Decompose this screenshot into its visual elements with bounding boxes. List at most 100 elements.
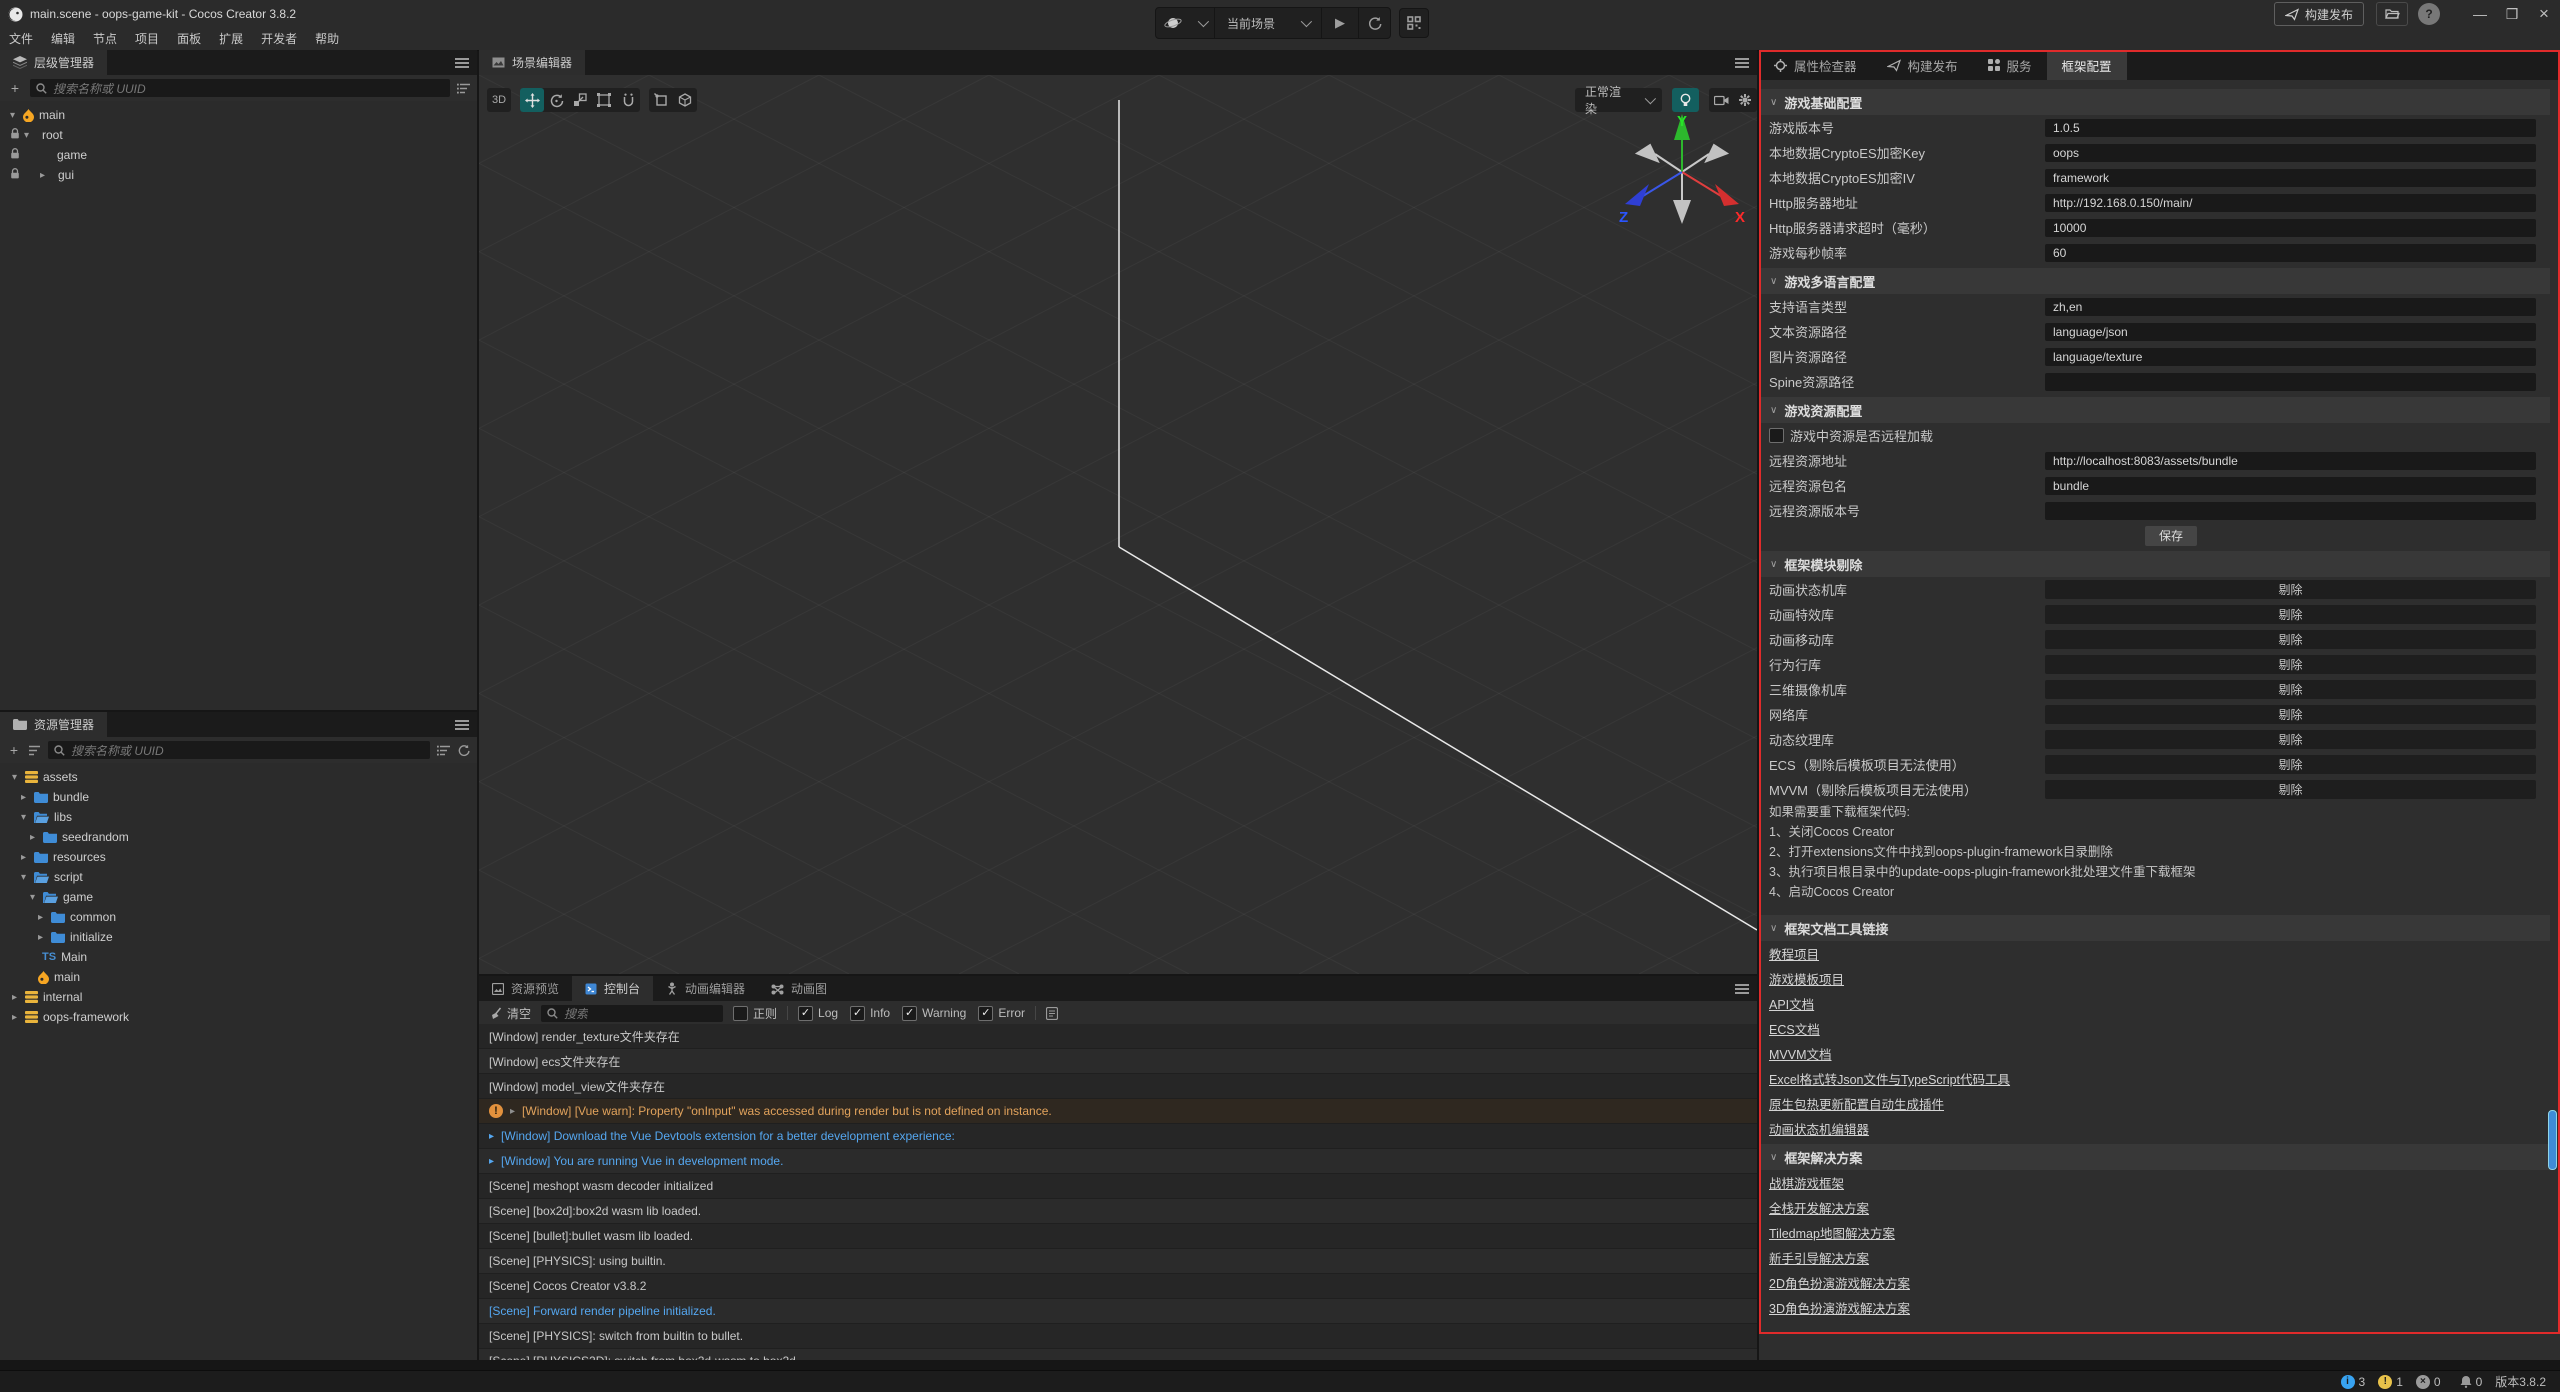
filter-error-checkbox[interactable]: ✓Error [978,1006,1025,1021]
scene-selector[interactable]: 当前场景 [1215,15,1321,32]
menu-item-4[interactable]: 面板 [168,28,210,50]
console-tab-3[interactable]: 动画图 [758,976,840,1001]
module-remove-button[interactable]: 剔除 [2045,680,2536,699]
chevron-right-icon[interactable]: ▸ [38,912,51,923]
inspector-tab-0[interactable]: 属性检查器 [1759,50,1872,80]
filter-icon[interactable] [457,83,470,94]
tree-node[interactable]: ▸initialize [0,927,477,947]
menu-item-5[interactable]: 扩展 [210,28,252,50]
log-row[interactable]: [Scene] [PHYSICS]: using builtin. [479,1249,1757,1274]
minimize-button[interactable]: — [2464,0,2496,28]
assets-search-input[interactable]: 搜索名称或 UUID [48,741,430,759]
menu-item-2[interactable]: 节点 [84,28,126,50]
remote-load-checkbox[interactable] [1769,428,1784,443]
scene-settings-button[interactable] [1733,88,1757,112]
field-input[interactable]: language/texture [2045,348,2536,366]
platform-dropdown[interactable] [1190,8,1214,38]
chevron-right-icon[interactable]: ▸ [40,170,53,181]
module-remove-button[interactable]: 剔除 [2045,580,2536,599]
field-input[interactable]: zh,en [2045,298,2536,316]
doc-link[interactable]: MVVM文档 [1769,1044,1832,1063]
module-remove-button[interactable]: 剔除 [2045,730,2536,749]
menu-item-3[interactable]: 项目 [126,28,168,50]
field-input[interactable]: oops [2045,144,2536,162]
expand-arrow-icon[interactable]: ▸ [489,1131,494,1142]
module-remove-button[interactable]: 剔除 [2045,755,2536,774]
solution-link[interactable]: 新手引导解决方案 [1769,1248,1869,1267]
inspector-tab-2[interactable]: 服务 [1973,50,2047,80]
solution-link[interactable]: 3D角色扮演游戏解决方案 [1769,1298,1910,1317]
chevron-right-icon[interactable]: ▸ [21,792,34,803]
expand-arrow-icon[interactable]: ▸ [489,1156,494,1167]
log-row[interactable]: [Scene] meshopt wasm decoder initialized [479,1174,1757,1199]
tree-node[interactable]: ▾libs [0,807,477,827]
menu-item-0[interactable]: 文件 [0,28,42,50]
section-header[interactable]: ∨框架模块剔除 [1761,551,2550,577]
doc-link[interactable]: 游戏模板项目 [1769,969,1844,988]
log-row[interactable]: [Scene] [bullet]:bullet wasm lib loaded. [479,1224,1757,1249]
section-header[interactable]: ∨游戏基础配置 [1761,89,2550,115]
tree-node[interactable]: ▸oops-framework [0,1007,477,1027]
doc-link[interactable]: ECS文档 [1769,1019,1820,1038]
module-remove-button[interactable]: 剔除 [2045,705,2536,724]
log-row[interactable]: ▸[Window] Download the Vue Devtools exte… [479,1124,1757,1149]
inspector-tab-1[interactable]: 构建发布 [1872,50,1973,80]
field-input[interactable]: bundle [2045,477,2536,495]
field-input[interactable]: framework [2045,169,2536,187]
play-button[interactable]: ▶ [1322,8,1358,38]
log-row[interactable]: [Window] ecs文件夹存在 [479,1049,1757,1074]
log-row[interactable]: [Window] model_view文件夹存在 [479,1074,1757,1099]
field-input[interactable]: 1.0.5 [2045,119,2536,137]
navigation-gizmo[interactable]: Y X Z [1617,110,1747,240]
log-row[interactable]: [Scene] Cocos Creator v3.8.2 [479,1274,1757,1299]
doc-link[interactable]: 教程项目 [1769,944,1819,963]
module-remove-button[interactable]: 剔除 [2045,780,2536,799]
log-row[interactable]: ▸[Window] You are running Vue in develop… [479,1149,1757,1174]
module-remove-button[interactable]: 剔除 [2045,655,2536,674]
pivot-button[interactable] [649,88,673,112]
tree-node[interactable]: game [0,145,477,165]
field-input[interactable]: 10000 [2045,219,2536,237]
field-input[interactable]: http://192.168.0.150/main/ [2045,194,2536,212]
add-asset-icon[interactable]: + [7,742,21,758]
scrollbar-thumb[interactable] [2548,1110,2557,1170]
chevron-down-icon[interactable]: ▾ [12,772,25,783]
chevron-down-icon[interactable]: ▾ [21,872,34,883]
tree-node[interactable]: TSMain [0,947,477,967]
section-header[interactable]: ∨框架文档工具链接 [1761,915,2550,941]
tree-node[interactable]: ▾main [0,105,477,125]
inspector-tab-3[interactable]: 框架配置 [2047,50,2127,80]
console-menu-button[interactable] [1735,976,1749,1001]
assets-menu-button[interactable] [455,712,469,737]
log-row[interactable]: [Scene] [box2d]:box2d wasm lib loaded. [479,1199,1757,1224]
regex-checkbox[interactable]: 正则 [733,1005,777,1022]
console-tab-0[interactable]: 资源预览 [479,976,572,1001]
field-input[interactable] [2045,373,2536,391]
tree-node[interactable]: ▾assets [0,767,477,787]
refresh-icon[interactable] [457,744,470,757]
tree-node[interactable]: ▸gui [0,165,477,185]
tree-node[interactable]: ▸common [0,907,477,927]
field-input[interactable]: 60 [2045,244,2536,262]
scale-tool-button[interactable] [568,88,592,112]
scene-tab[interactable]: 场景编辑器 [479,50,585,75]
help-button[interactable]: ? [2418,3,2440,25]
chevron-down-icon[interactable]: ▾ [10,110,23,121]
rotate-tool-button[interactable] [544,88,568,112]
console-tab-2[interactable]: 动画编辑器 [653,976,758,1001]
doc-link[interactable]: 动画状态机编辑器 [1769,1119,1869,1138]
tree-node[interactable]: ▾game [0,887,477,907]
close-button[interactable]: × [2528,0,2560,28]
tree-node[interactable]: ▾script [0,867,477,887]
restore-button[interactable]: ❒ [2496,0,2528,28]
log-row[interactable]: [Window] render_texture文件夹存在 [479,1024,1757,1049]
chevron-down-icon[interactable]: ▾ [30,892,43,903]
console-search-input[interactable]: 搜索 [541,1005,723,1022]
reload-button[interactable] [1359,8,1390,38]
status-warning-count[interactable]: ! 1 [2378,1375,2403,1389]
field-input[interactable]: http://localhost:8083/assets/bundle [2045,452,2536,470]
field-input[interactable]: language/json [2045,323,2536,341]
module-remove-button[interactable]: 剔除 [2045,630,2536,649]
chevron-right-icon[interactable]: ▸ [12,1012,25,1023]
chevron-down-icon[interactable]: ▾ [21,812,34,823]
